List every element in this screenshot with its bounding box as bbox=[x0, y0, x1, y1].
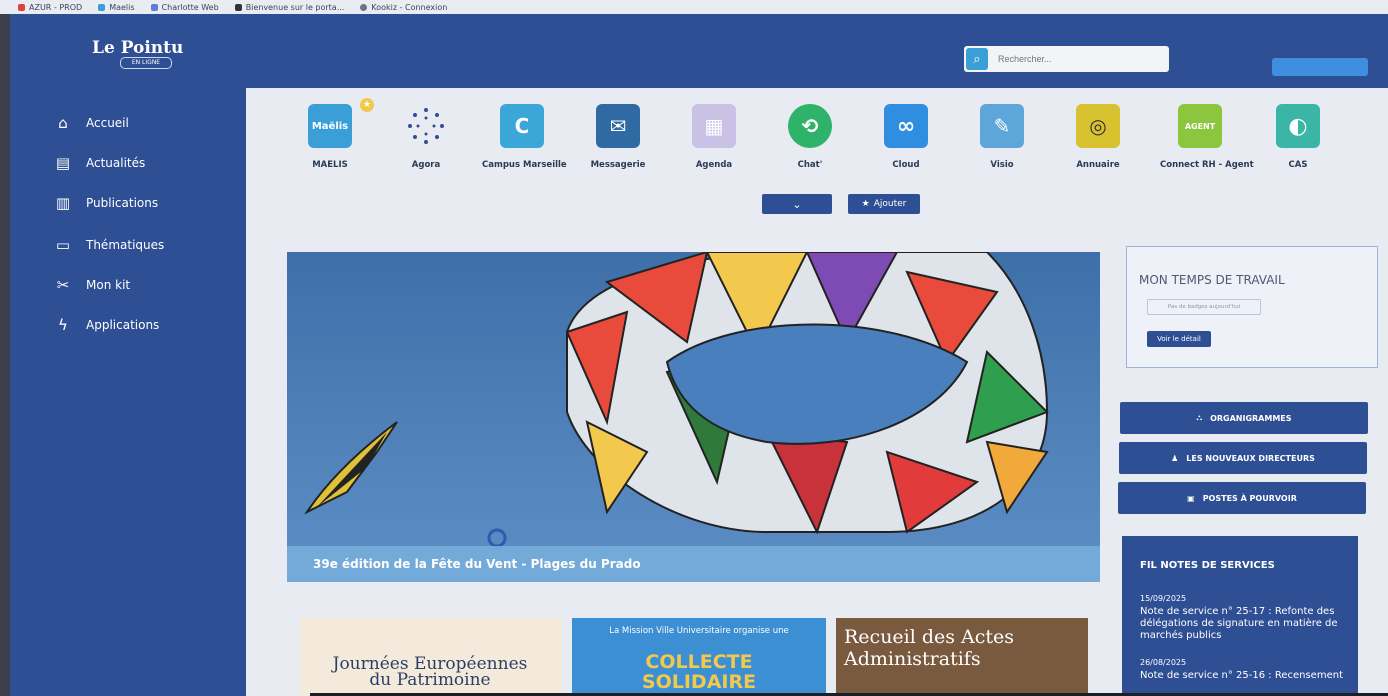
bookmark-portail[interactable]: Bienvenue sur le porta... bbox=[234, 3, 344, 12]
campus-icon: C bbox=[500, 104, 544, 148]
sidebar-item-thematiques[interactable]: ▭ Thématiques bbox=[52, 236, 164, 254]
chat-icon: ⟲ bbox=[788, 104, 832, 148]
bookmark-azur[interactable]: AZUR - PROD bbox=[18, 3, 82, 12]
top-bar: Le Pointu EN LIGNE ⌕ bbox=[10, 14, 1388, 88]
sidebar-item-applications[interactable]: ϟ Applications bbox=[52, 316, 159, 334]
hero-caption[interactable]: 39e édition de la Fête du Vent - Plages … bbox=[287, 546, 1100, 582]
home-icon: ⌂ bbox=[58, 114, 68, 132]
note-link[interactable]: Note de service n° 25-16 : Recensement bbox=[1140, 670, 1344, 682]
user-icon: ♟ bbox=[1171, 453, 1179, 463]
globe-icon bbox=[360, 3, 368, 11]
add-app-button[interactable]: ★ Ajouter bbox=[848, 194, 920, 214]
connect-rh-icon: AGENT bbox=[1178, 104, 1222, 148]
search-icon[interactable]: ⌕ bbox=[966, 48, 988, 70]
tile-text: Recueil des Actes Administratifs bbox=[844, 626, 1015, 670]
tile-headline: COLLECTE SOLIDAIRE bbox=[641, 651, 757, 693]
maelis-icon: Maëlis ★ bbox=[308, 98, 374, 148]
note-date: 26/08/2025 bbox=[1140, 658, 1187, 667]
bookmark-maelis[interactable]: Maelis bbox=[98, 3, 135, 12]
gear-icon bbox=[234, 3, 242, 11]
app-annuaire[interactable]: ◎ Annuaire bbox=[1058, 104, 1138, 170]
notes-feed: FIL NOTES DE SERVICES 15/09/2025 Note de… bbox=[1122, 536, 1358, 696]
open-positions-button[interactable]: ▣ POSTES À POURVOIR bbox=[1118, 482, 1366, 514]
sidebar-item-actualites[interactable]: ▤ Actualités bbox=[52, 154, 145, 172]
tile-top-text: La Mission Ville Universitaire organise … bbox=[609, 626, 789, 636]
bookmark-kookiz[interactable]: Kookiz - Connexion bbox=[360, 3, 447, 12]
note-link[interactable]: Note de service n° 25-17 : Refonte des d… bbox=[1140, 606, 1344, 642]
time-card-title: MON TEMPS DE TRAVAIL bbox=[1139, 273, 1285, 287]
expand-apps-button[interactable]: ⌄ bbox=[762, 194, 832, 214]
org-icon: ⛬ bbox=[1196, 413, 1203, 422]
search-box: ⌕ bbox=[964, 46, 1169, 72]
news-icon: ▤ bbox=[55, 154, 71, 172]
cas-icon: ◐ bbox=[1276, 104, 1320, 148]
folder-icon bbox=[98, 3, 106, 11]
app-cas[interactable]: ◐ CAS bbox=[1258, 104, 1338, 170]
sidebar-item-mon-kit[interactable]: ✂ Mon kit bbox=[52, 276, 130, 294]
logo[interactable]: Le Pointu bbox=[92, 38, 183, 58]
cloud-icon: ∞ bbox=[884, 104, 928, 148]
bookmarks-bar: AZUR - PROD Maelis Charlotte Web Bienven… bbox=[0, 0, 1388, 14]
star-icon bbox=[150, 3, 158, 11]
video-icon: ✎ bbox=[980, 104, 1024, 148]
app-visio[interactable]: ✎ Visio bbox=[962, 104, 1042, 170]
logo-subtitle: EN LIGNE bbox=[120, 57, 172, 69]
note-date: 15/09/2025 bbox=[1140, 594, 1187, 603]
sidebar-item-accueil[interactable]: ⌂ Accueil bbox=[52, 114, 129, 132]
agora-icon bbox=[404, 104, 448, 148]
star-icon: ★ bbox=[861, 199, 870, 209]
directory-icon: ◎ bbox=[1076, 104, 1120, 148]
app-agora[interactable]: Agora bbox=[386, 104, 466, 170]
app-campus-marseille[interactable]: C Campus Marseille bbox=[482, 104, 567, 170]
app-launcher: Maëlis ★ MAELIS Agora C Campus Marseille … bbox=[290, 98, 1330, 234]
user-menu-button[interactable] bbox=[1272, 58, 1368, 76]
flag-icon bbox=[18, 3, 25, 11]
notes-feed-title: FIL NOTES DE SERVICES bbox=[1140, 560, 1275, 571]
search-input[interactable] bbox=[996, 53, 1160, 65]
organigrammes-button[interactable]: ⛬ ORGANIGRAMMES bbox=[1120, 402, 1368, 434]
view-detail-button[interactable]: Voir le détail bbox=[1147, 331, 1211, 347]
favorite-star-icon: ★ bbox=[360, 98, 374, 112]
kite-illustration bbox=[287, 252, 1100, 582]
tools-icon: ✂ bbox=[56, 276, 70, 294]
app-window: Le Pointu EN LIGNE ⌕ ⌂Accueil ▤Actualité… bbox=[10, 14, 1388, 696]
new-directors-button[interactable]: ♟ LES NOUVEAUX DIRECTEURS bbox=[1119, 442, 1367, 474]
mail-icon: ✉ bbox=[596, 104, 640, 148]
tile-recueil-actes[interactable]: Recueil des Actes Administratifs bbox=[836, 618, 1088, 696]
tile-collecte-solidaire[interactable]: La Mission Ville Universitaire organise … bbox=[572, 618, 826, 696]
app-connect-rh[interactable]: AGENT Connect RH - Agent bbox=[1160, 104, 1254, 170]
bookmark-charlotte[interactable]: Charlotte Web bbox=[150, 3, 219, 12]
calendar-icon: ▦ bbox=[692, 104, 736, 148]
app-agenda[interactable]: ▦ Agenda bbox=[674, 104, 754, 170]
app-maelis[interactable]: Maëlis ★ MAELIS bbox=[290, 98, 374, 170]
hero-banner[interactable]: 39e édition de la Fête du Vent - Plages … bbox=[287, 252, 1100, 582]
book-icon: ▥ bbox=[55, 194, 71, 212]
tile-journees-patrimoine[interactable]: Journées Européennes du Patrimoine bbox=[300, 618, 562, 696]
sidebar-item-publications[interactable]: ▥ Publications bbox=[52, 194, 158, 212]
app-chat[interactable]: ⟲ Chat' bbox=[770, 104, 850, 170]
tile-text: Journées Européennes du Patrimoine bbox=[332, 654, 528, 690]
no-badges-message: Pas de badges aujourd'hui bbox=[1147, 299, 1261, 315]
app-cloud[interactable]: ∞ Cloud bbox=[866, 104, 946, 170]
app-messagerie[interactable]: ✉ Messagerie bbox=[578, 104, 658, 170]
chevron-down-icon: ⌄ bbox=[792, 197, 802, 211]
briefcase-icon: ▣ bbox=[1187, 493, 1195, 503]
agora-dots bbox=[408, 108, 444, 144]
folder-icon: ▭ bbox=[55, 236, 71, 254]
sidebar: ⌂ Accueil ▤ Actualités ▥ Publications ▭ Thém… bbox=[10, 88, 246, 696]
time-card: MON TEMPS DE TRAVAIL Pas de badges aujou… bbox=[1126, 246, 1378, 368]
bolt-icon: ϟ bbox=[58, 316, 68, 334]
